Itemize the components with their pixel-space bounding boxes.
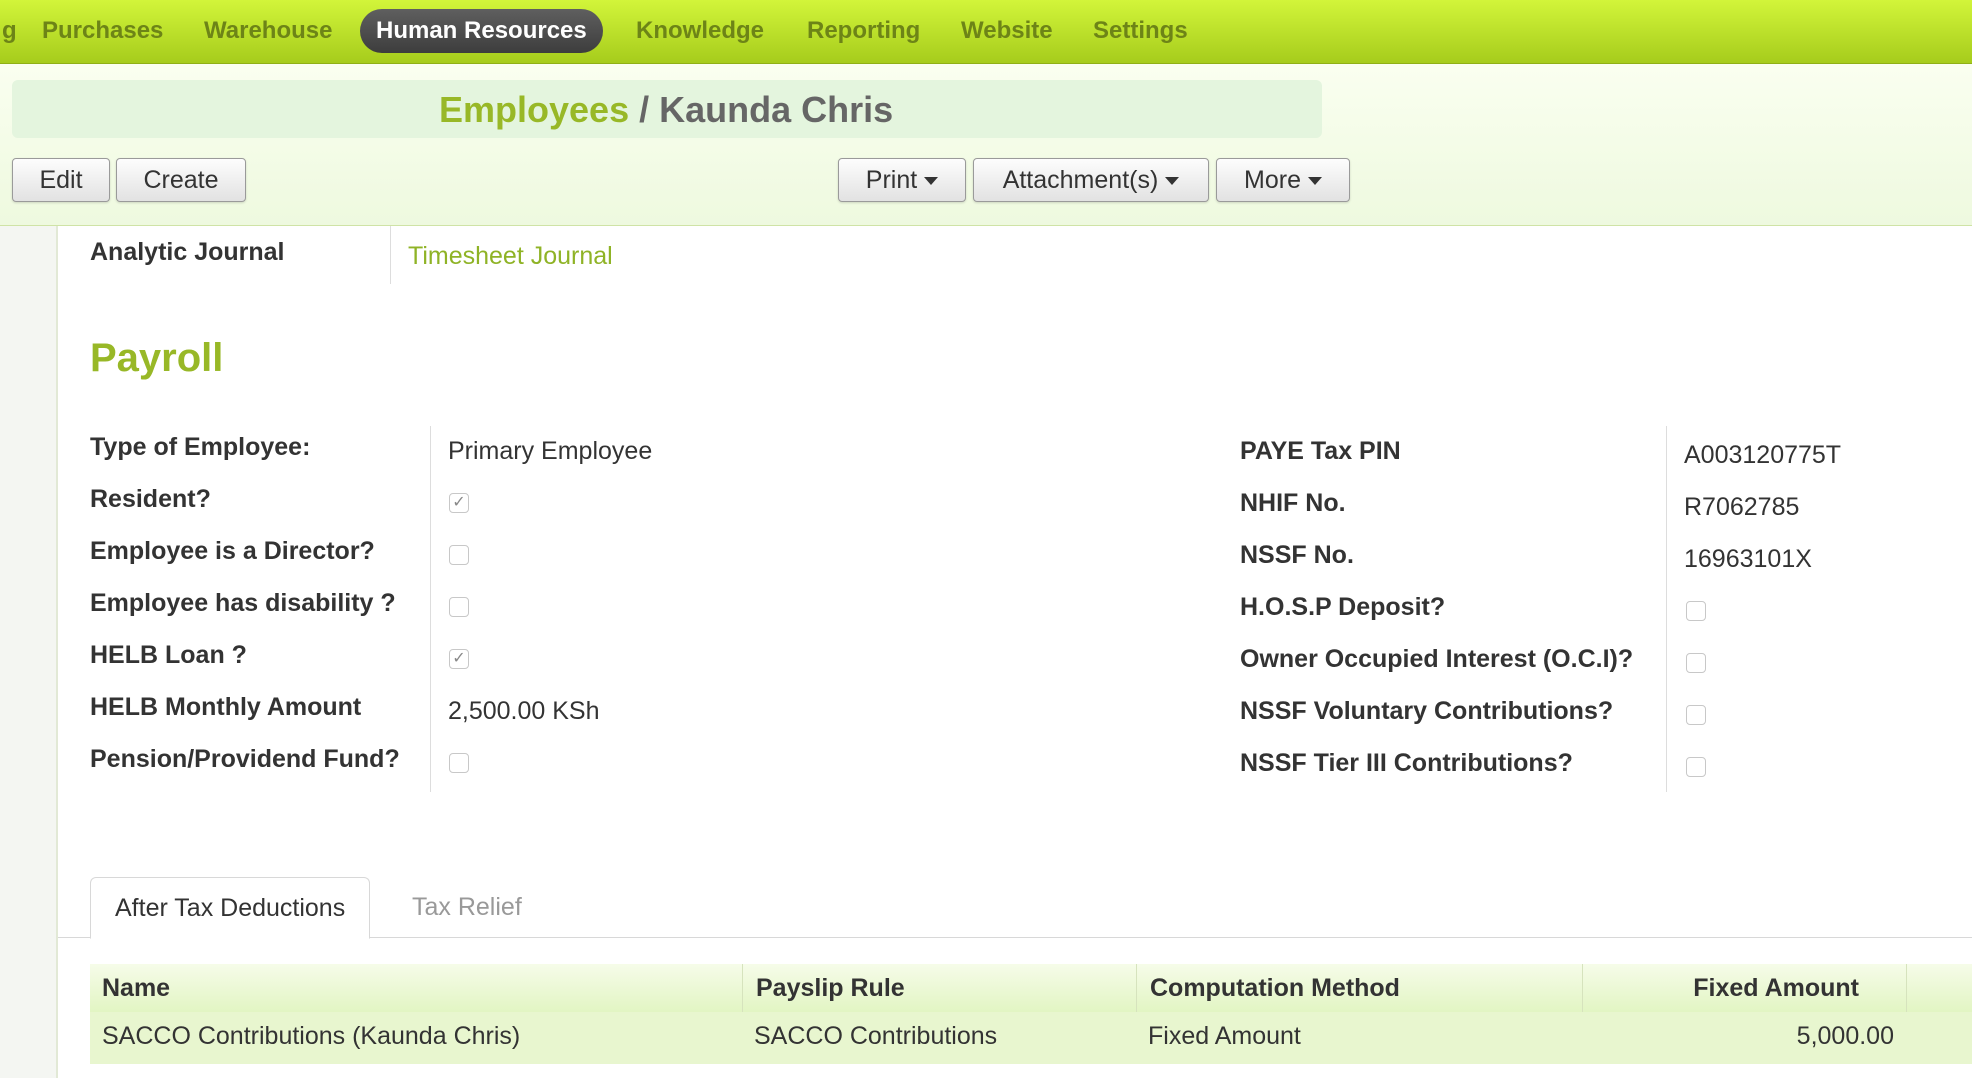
left-field-divider (430, 426, 431, 792)
column-header-fixed-amount[interactable]: Fixed Amount (1693, 974, 1859, 1003)
top-menu-bar: g Purchases Warehouse Human Resources Kn… (0, 0, 1972, 64)
menu-item-human-resources[interactable]: Human Resources (360, 9, 603, 53)
breadcrumb-separator: / (629, 89, 660, 130)
table-header (90, 964, 1972, 1012)
menu-item-knowledge[interactable]: Knowledge (620, 9, 780, 53)
attachments-button[interactable]: Attachment(s) (973, 158, 1209, 202)
disability-label: Employee has disability ? (90, 589, 396, 617)
breadcrumb-current: Kaunda Chris (659, 89, 894, 130)
row-computation-method-cell: Fixed Amount (1148, 1022, 1301, 1050)
more-button-label: More (1244, 166, 1301, 194)
disability-checkbox[interactable] (449, 597, 469, 617)
menu-item-reporting[interactable]: Reporting (791, 9, 936, 53)
more-button[interactable]: More (1216, 158, 1350, 202)
create-button[interactable]: Create (116, 158, 246, 202)
director-checkbox[interactable] (449, 545, 469, 565)
resident-label: Resident? (90, 485, 211, 513)
nssf-voluntary-checkbox[interactable] (1686, 705, 1706, 725)
menu-item-warehouse[interactable]: Warehouse (188, 9, 348, 53)
payroll-section-title: Payroll (90, 336, 224, 380)
hosp-deposit-checkbox[interactable] (1686, 601, 1706, 621)
column-separator (742, 964, 743, 1012)
tab-after-tax-deductions[interactable]: After Tax Deductions (90, 877, 371, 939)
pension-fund-label: Pension/Providend Fund? (90, 745, 400, 773)
caret-down-icon (1165, 177, 1180, 186)
helb-loan-label: HELB Loan ? (90, 641, 247, 669)
nssf-tier3-label: NSSF Tier III Contributions? (1240, 749, 1573, 777)
right-field-divider (1666, 426, 1667, 792)
pension-fund-checkbox[interactable] (449, 753, 469, 773)
edit-button-label: Edit (39, 166, 83, 194)
nhif-no-label: NHIF No. (1240, 489, 1346, 517)
helb-monthly-amount-label: HELB Monthly Amount (90, 693, 362, 721)
column-header-computation-method[interactable]: Computation Method (1150, 974, 1400, 1003)
nssf-voluntary-label: NSSF Voluntary Contributions? (1240, 697, 1614, 725)
director-label: Employee is a Director? (90, 537, 375, 565)
edit-button[interactable]: Edit (12, 158, 110, 202)
menu-item-settings[interactable]: Settings (1077, 9, 1204, 53)
nssf-no-label: NSSF No. (1240, 541, 1354, 569)
caret-down-icon (924, 177, 939, 186)
column-header-name[interactable]: Name (102, 974, 170, 1003)
column-separator (1906, 964, 1907, 1012)
resident-checkbox[interactable]: ✓ (449, 493, 469, 513)
nssf-tier3-checkbox[interactable] (1686, 757, 1706, 777)
type-of-employee-label: Type of Employee: (90, 433, 311, 461)
oci-checkbox[interactable] (1686, 653, 1706, 673)
tab-tax-relief[interactable]: Tax Relief (388, 877, 546, 937)
breadcrumb: Employees / Kaunda Chris (439, 86, 893, 134)
attachments-button-label: Attachment(s) (1002, 166, 1159, 194)
column-separator (1582, 964, 1583, 1012)
type-of-employee-value: Primary Employee (448, 437, 653, 465)
analytic-journal-label: Analytic Journal (90, 238, 285, 266)
nssf-no-value: 16963101X (1684, 545, 1812, 573)
checkmark-icon: ✓ (452, 650, 466, 667)
helb-loan-checkbox[interactable]: ✓ (449, 649, 469, 669)
caret-down-icon (1307, 177, 1322, 186)
column-separator (1136, 964, 1137, 1012)
hosp-deposit-label: H.O.S.P Deposit? (1240, 593, 1446, 621)
checkmark-icon: ✓ (452, 494, 466, 511)
column-header-payslip-rule[interactable]: Payslip Rule (756, 974, 905, 1003)
row-fixed-amount-cell: 5,000.00 (1796, 1022, 1894, 1050)
breadcrumb-employees-link[interactable]: Employees (439, 89, 629, 130)
menu-item-website[interactable]: Website (945, 9, 1069, 53)
analytic-journal-link[interactable]: Timesheet Journal (408, 242, 613, 271)
print-button-label: Print (865, 166, 918, 194)
menu-item-purchases[interactable]: Purchases (26, 9, 179, 53)
nhif-no-value: R7062785 (1684, 493, 1800, 521)
helb-monthly-amount-value: 2,500.00 KSh (448, 697, 600, 725)
field-divider (390, 226, 391, 284)
row-name-cell: SACCO Contributions (Kaunda Chris) (102, 1022, 521, 1050)
oci-label: Owner Occupied Interest (O.C.I)? (1240, 645, 1634, 673)
left-gutter (0, 226, 58, 1078)
paye-tax-pin-value: A003120775T (1684, 441, 1842, 469)
print-button[interactable]: Print (838, 158, 966, 202)
paye-tax-pin-label: PAYE Tax PIN (1240, 437, 1401, 465)
row-payslip-rule-cell: SACCO Contributions (754, 1022, 998, 1050)
create-button-label: Create (143, 166, 219, 194)
